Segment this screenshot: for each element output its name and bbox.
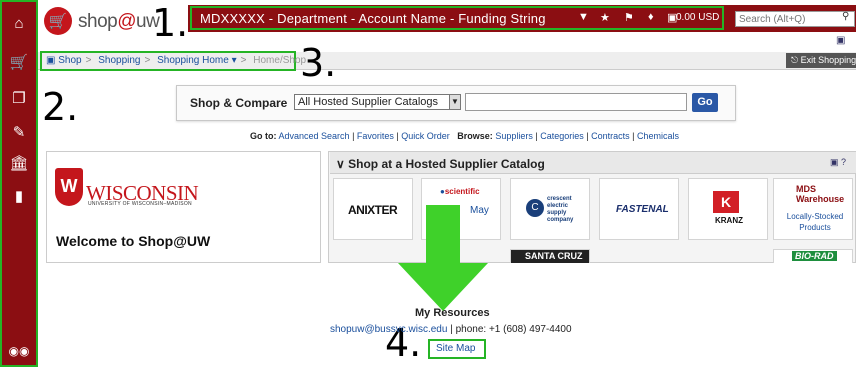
flag-icon[interactable]: ⚑ <box>624 11 634 24</box>
kranz-logo-icon: K <box>713 191 739 213</box>
bell-notifications-icon[interactable]: ♦ <box>648 11 654 23</box>
shopping-cart-icon[interactable]: 🛒 <box>2 51 36 73</box>
chevron-down-icon[interactable]: ∨ <box>336 157 345 171</box>
support-phone: | phone: +1 (608) 497-4400 <box>450 324 572 335</box>
star-favorites-icon[interactable]: ★ <box>600 11 610 24</box>
breadcrumb-shopping[interactable]: Shopping <box>98 55 140 66</box>
welcome-title: Welcome to Shop@UW <box>56 233 211 249</box>
fastenal-logo: FASTENAL <box>616 204 669 215</box>
crescent-logo-icon: C <box>526 199 544 217</box>
supplier-tile-crescent[interactable]: C crescent electric supply company <box>510 178 590 240</box>
supplier-tile-mds[interactable]: MDS Warehouse Locally-Stocked Products <box>773 178 853 240</box>
edit-form-icon[interactable]: ✎ <box>2 121 36 143</box>
goto-links: Go to: Advanced Search | Favorites | Qui… <box>250 131 679 141</box>
cart-logo-icon[interactable]: 🛒 <box>44 7 72 35</box>
anixter-logo: ANIXTER <box>348 203 398 217</box>
cart-small-icon: ▣ <box>46 55 56 66</box>
supplier-tile-fastenal[interactable]: FASTENAL <box>599 178 679 240</box>
marker-3: 3. <box>300 41 337 85</box>
documents-icon[interactable]: ❐ <box>2 87 36 109</box>
crescent-logo: crescent electric supply company <box>547 196 574 223</box>
arrow-shape <box>398 205 488 311</box>
shopuw-logo[interactable]: shop@uw <box>78 11 160 33</box>
santa-cruz-logo: SANTA CRUZ <box>525 251 583 261</box>
supplier-tile-kranz[interactable]: K KRANZ <box>688 178 768 240</box>
shop-compare-label: Shop & Compare <box>190 96 288 110</box>
search-icon[interactable]: ⚲ <box>842 11 849 22</box>
go-button[interactable]: Go <box>692 93 718 112</box>
advanced-search-link[interactable]: Advanced Search <box>279 131 350 141</box>
annotation-arrow <box>398 205 488 311</box>
wisconsin-subtitle: UNIVERSITY OF WISCONSIN–MADISON <box>88 201 192 207</box>
breadcrumb-shop[interactable]: Shop <box>58 55 81 66</box>
supplier-panel-title: ∨ Shop at a Hosted Supplier Catalog <box>336 157 545 171</box>
mds-sub: Locally-Stocked Products <box>786 212 844 232</box>
marker-2: 2. <box>42 85 79 129</box>
institution-icon[interactable]: 🏛 <box>2 152 36 174</box>
marker-1: 1. <box>152 1 189 45</box>
display-toggle-icon[interactable]: ▣ <box>836 35 845 46</box>
chevron-down-icon[interactable]: ▼ <box>578 11 589 23</box>
breadcrumb-current: Home/Shop <box>253 55 307 66</box>
breadcrumb-shopping-home[interactable]: Shopping Home <box>157 55 229 66</box>
supplier-tile-santa-cruz[interactable]: SANTA CRUZ <box>510 249 590 263</box>
suppliers-link[interactable]: Suppliers <box>495 131 533 141</box>
contact-line: shopuw@bussvc.wisc.edu | phone: +1 (608)… <box>330 324 572 335</box>
home-icon[interactable]: ⌂ <box>2 12 36 34</box>
binoculars-icon[interactable]: ◉◉ <box>2 340 36 362</box>
quick-order-link[interactable]: Quick Order <box>401 131 450 141</box>
uw-crest-logo: W <box>55 168 83 206</box>
categories-link[interactable]: Categories <box>540 131 584 141</box>
help-icon[interactable]: ▣ ? <box>830 157 846 168</box>
cart-total[interactable]: 0.00 USD <box>676 12 719 23</box>
bio-rad-logo: BIO-RAD <box>792 251 837 261</box>
funding-string-selector[interactable]: MDXXXXX - Department - Account Name - Fu… <box>200 11 546 26</box>
chevron-down-icon[interactable]: ▼ <box>449 95 460 109</box>
chevron-down-icon[interactable]: ▾ <box>229 55 237 66</box>
scientific-logo: ●scientific <box>440 187 480 196</box>
left-nav-rail: ⌂ 🛒 ❐ ✎ 🏛 ▮ ◉◉ <box>0 0 38 367</box>
site-map-link[interactable]: Site Map <box>436 343 475 354</box>
mds-logo: MDS Warehouse <box>796 184 845 204</box>
favorites-link[interactable]: Favorites <box>357 131 394 141</box>
reports-chart-icon[interactable]: ▮ <box>2 185 36 207</box>
exit-shopping-button[interactable]: ⎋ Exit Shopping <box>786 53 856 68</box>
compare-search-input[interactable] <box>465 93 687 111</box>
support-email-link[interactable]: shopuw@bussvc.wisc.edu <box>330 324 447 335</box>
supplier-tile-bio-rad[interactable]: BIO-RAD <box>773 249 853 263</box>
breadcrumb: ▣ Shop > Shopping > Shopping Home ▾ > Home/… <box>46 55 307 66</box>
search-input[interactable] <box>735 11 855 27</box>
kranz-logo: KRANZ <box>715 216 743 225</box>
chemicals-link[interactable]: Chemicals <box>637 131 679 141</box>
contracts-link[interactable]: Contracts <box>591 131 630 141</box>
catalog-select[interactable]: All Hosted Supplier Catalogs <box>294 94 461 110</box>
